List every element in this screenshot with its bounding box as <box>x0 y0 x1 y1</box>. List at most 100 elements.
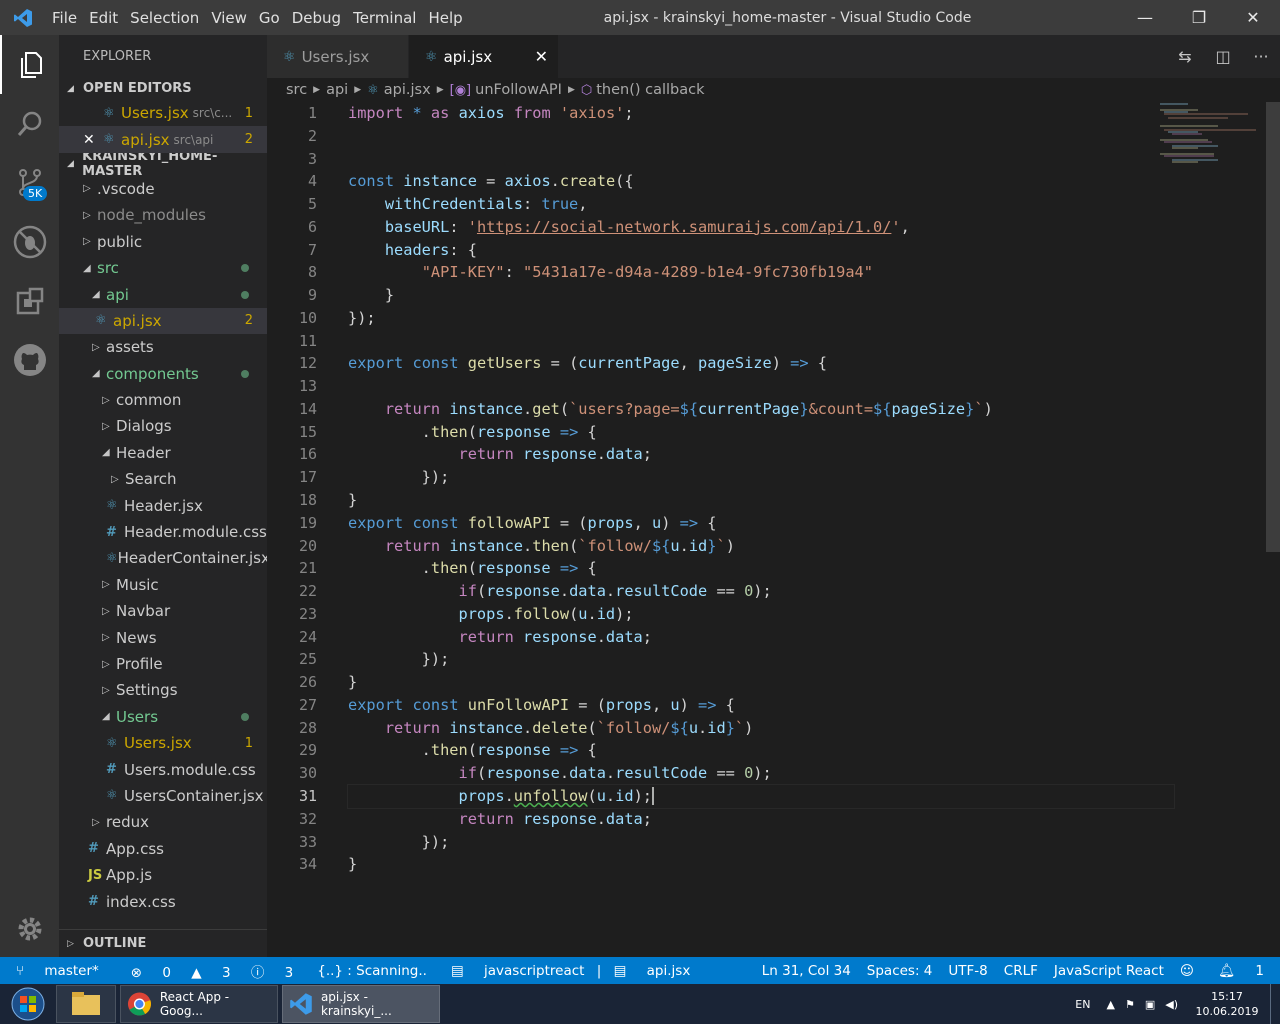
branch-status[interactable]: ⑂ master* <box>0 963 115 979</box>
flag-icon[interactable]: ⚑ <box>1125 998 1135 1011</box>
extensions-icon[interactable] <box>0 271 59 330</box>
editor-scrollbar[interactable] <box>1266 102 1280 957</box>
outline-section[interactable]: ▷ OUTLINE <box>59 929 267 957</box>
menu-selection[interactable]: Selection <box>124 9 205 27</box>
taskbar-explorer[interactable] <box>56 985 116 1023</box>
menu-debug[interactable]: Debug <box>286 9 347 27</box>
tree-file-header-module-css[interactable]: # Header.module.css <box>59 519 267 545</box>
indentation-status[interactable]: Spaces: 4 <box>859 963 941 979</box>
tree-file-users-jsx[interactable]: ⚛ Users.jsx 1 <box>59 730 267 756</box>
windows-taskbar: React App - Goog... api.jsx - krainskyi_… <box>0 984 1280 1024</box>
close-window-button[interactable]: ✕ <box>1226 0 1280 35</box>
language-mode[interactable]: JavaScript React <box>1046 963 1172 979</box>
close-icon[interactable]: ✕ <box>535 47 548 66</box>
tree-folder-dialogs[interactable]: ▷ Dialogs <box>59 413 267 439</box>
tree-folder-music[interactable]: ▷ Music <box>59 572 267 598</box>
tree-folder-components[interactable]: ◢ components <box>59 361 267 387</box>
menu-edit[interactable]: Edit <box>83 9 124 27</box>
close-icon[interactable]: ✕ <box>83 132 103 148</box>
tab-users-jsx[interactable]: ⚛ Users.jsx <box>267 35 409 78</box>
eol-status[interactable]: CRLF <box>996 963 1046 979</box>
debug-icon[interactable] <box>0 212 59 271</box>
breadcrumb-file[interactable]: api.jsx <box>384 82 431 98</box>
tree-folder-node-modules[interactable]: ▷ node_modules <box>59 202 267 228</box>
scrollbar-thumb[interactable] <box>1266 102 1280 552</box>
github-icon[interactable] <box>0 330 59 389</box>
tree-file-headercontainer-jsx[interactable]: ⚛ HeaderContainer.jsx <box>59 545 267 571</box>
tree-file-app-js[interactable]: JS App.js <box>59 862 267 888</box>
code-content[interactable]: import * as axios from 'axios'; const in… <box>347 102 1178 876</box>
open-editors-section[interactable]: ◢ OPEN EDITORS <box>59 77 267 100</box>
css-icon: # <box>88 841 99 857</box>
explorer-sidebar: EXPLORER ◢ OPEN EDITORS ⚛ Users.jsx src\c… <box>59 35 267 957</box>
tree-folder-assets[interactable]: ▷ assets <box>59 334 267 360</box>
tree-folder-profile[interactable]: ▷ Profile <box>59 651 267 677</box>
menu-terminal[interactable]: Terminal <box>347 9 422 27</box>
tree-file-header-jsx[interactable]: ⚛ Header.jsx <box>59 492 267 518</box>
minimize-button[interactable]: — <box>1118 0 1172 35</box>
menu-go[interactable]: Go <box>253 9 286 27</box>
scanning-status[interactable]: {..} : Scanning.. <box>309 963 435 979</box>
tree-folder-header[interactable]: ◢ Header <box>59 440 267 466</box>
open-editor-api-jsx[interactable]: ✕ ⚛ api.jsx src\api 2 <box>59 126 267 153</box>
tab-api-jsx[interactable]: ⚛ api.jsx ✕ <box>409 35 559 78</box>
start-button[interactable] <box>0 984 56 1024</box>
tree-folder-navbar[interactable]: ▷ Navbar <box>59 598 267 624</box>
feedback-smiley-icon[interactable]: ☺ <box>1172 963 1202 979</box>
minimap[interactable] <box>1158 102 1258 172</box>
problems-status[interactable]: ⊗ 0 ▲ 3 ⓘ 3 <box>115 961 309 981</box>
tree-folder-vscode[interactable]: ▷ .vscode <box>59 176 267 202</box>
breadcrumb-callback[interactable]: then() callback <box>596 82 704 98</box>
tree-folder-users[interactable]: ◢ Users <box>59 704 267 730</box>
clock[interactable]: 15:17 10.06.2019 <box>1192 989 1262 1019</box>
files-icon[interactable] <box>0 35 59 94</box>
input-language[interactable]: EN <box>1075 998 1090 1011</box>
language-server-status[interactable]: ▤ javascriptreact | ▤ api.jsx <box>435 963 706 979</box>
menu-view[interactable]: View <box>205 9 253 27</box>
document-icon: ▤ <box>613 962 631 979</box>
tree-folder-src[interactable]: ◢ src <box>59 255 267 281</box>
search-icon[interactable] <box>0 94 59 153</box>
css-icon: # <box>88 894 99 910</box>
show-desktop-button[interactable] <box>1270 984 1280 1024</box>
project-section[interactable]: ◢ KRAINSKYI_HOME-MASTER <box>59 149 267 179</box>
settings-gear-icon[interactable] <box>0 899 59 958</box>
cursor-position[interactable]: Ln 31, Col 34 <box>754 963 859 979</box>
breadcrumb-symbol[interactable]: unFollowAPI <box>475 82 562 98</box>
react-icon: ⚛ <box>103 105 115 121</box>
taskbar-chrome[interactable]: React App - Goog... <box>120 985 278 1023</box>
scm-badge: 5K <box>23 186 48 201</box>
document-icon: ▤ <box>450 962 469 979</box>
encoding-status[interactable]: UTF-8 <box>940 963 995 979</box>
tree-folder-news[interactable]: ▷ News <box>59 624 267 650</box>
tree-folder-redux[interactable]: ▷ redux <box>59 809 267 835</box>
tree-file-app-css[interactable]: # App.css <box>59 836 267 862</box>
network-icon[interactable]: ▣ <box>1145 998 1155 1011</box>
tree-folder-common[interactable]: ▷ common <box>59 387 267 413</box>
source-control-icon[interactable] <box>0 153 59 212</box>
code-editor[interactable]: 1 2 3 4 5 6 7 8 9 10 11 12 13 14 15 16 17 18 19 20 21 22 23 24 2… <box>267 102 1280 957</box>
tree-file-userscontainer-jsx[interactable]: ⚛ UsersContainer.jsx <box>59 783 267 809</box>
warning-icon: ▲ <box>191 964 202 981</box>
breadcrumb-api[interactable]: api <box>326 82 348 98</box>
menu-help[interactable]: Help <box>422 9 468 27</box>
tree-folder-settings[interactable]: ▷ Settings <box>59 677 267 703</box>
more-actions-icon[interactable]: ··· <box>1242 47 1280 66</box>
chevron-right-icon: ▶ <box>436 85 444 95</box>
volume-icon[interactable]: ◀) <box>1165 998 1178 1011</box>
tray-arrow-icon[interactable]: ▲ <box>1106 998 1114 1011</box>
tree-folder-api[interactable]: ◢ api <box>59 281 267 307</box>
maximize-button[interactable]: ❐ <box>1172 0 1226 35</box>
tree-file-index-css[interactable]: # index.css <box>59 888 267 914</box>
tree-file-users-module-css[interactable]: # Users.module.css <box>59 756 267 782</box>
taskbar-vscode[interactable]: api.jsx - krainskyi_... <box>282 985 440 1023</box>
tree-folder-search[interactable]: ▷ Search <box>59 466 267 492</box>
tree-file-api-jsx[interactable]: ⚛ api.jsx 2 <box>59 307 267 335</box>
breadcrumb-src[interactable]: src <box>286 82 307 98</box>
menu-file[interactable]: File <box>46 9 83 27</box>
tree-folder-public[interactable]: ▷ public <box>59 229 267 255</box>
notifications-status[interactable]: 🔔︎ 1 <box>1202 963 1280 979</box>
open-editor-users-jsx[interactable]: ⚛ Users.jsx src\c... 1 <box>59 100 267 126</box>
split-editor-icon[interactable]: ◫ <box>1204 47 1242 66</box>
open-changes-icon[interactable]: ⇆ <box>1166 47 1204 66</box>
